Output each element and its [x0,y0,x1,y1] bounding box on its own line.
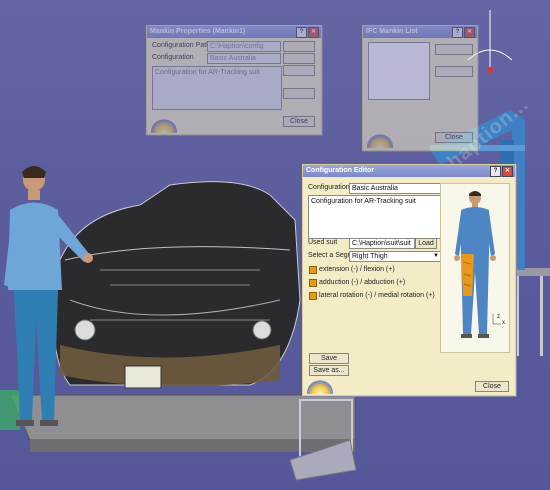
axis-z-label: z [497,314,500,320]
mankin-close-button[interactable]: Close [283,116,315,127]
axis-x-label: x [502,320,505,326]
browse-path-button[interactable] [283,41,315,52]
help-icon[interactable]: ? [452,27,463,38]
help-icon[interactable]: ? [296,27,307,38]
segment-value: Right Thigh [352,253,388,260]
configuration-editor-window: Configuration Editor ? ✕ Configuration B… [302,164,516,396]
mannequin-figure [454,191,501,338]
close-icon[interactable]: ✕ [464,27,475,38]
ifc-close-button[interactable]: Close [435,132,473,143]
window-title: Mankin Properties (Mankin1) [150,28,246,35]
properties-button[interactable] [435,44,473,55]
3d-viewport[interactable]: www.haption... Mankin Properties (Mankin… [0,0,550,490]
close-icon[interactable]: ✕ [502,166,513,177]
edit-configuration-button[interactable] [283,53,315,64]
window-title: Configuration Editor [306,167,375,174]
segment-select[interactable]: Right Thigh ▼ [349,251,441,262]
config-editor-close-button[interactable]: Close [475,381,509,392]
help-icon[interactable]: ? [490,166,501,177]
dialog-logo [367,134,393,148]
description-area[interactable]: Configuration for AR-Tracking suit [308,195,442,239]
dialog-logo [307,380,333,394]
configuration-field[interactable]: Basic Australia [207,53,281,64]
ifc-mankin-list-window: IFC Mankin List ? ✕ Close [362,25,478,151]
option-checkbox-rotation[interactable] [309,292,317,300]
dialog-logo [151,119,177,133]
save-button[interactable]: Save [309,353,349,364]
option-label: adduction (-) / abduction (+) [319,279,406,286]
load-button[interactable]: Load [415,238,437,249]
config-editor-titlebar: Configuration Editor ? ✕ [303,165,515,177]
configuration-label: Configuration [308,184,350,191]
chevron-down-icon: ▼ [433,253,439,259]
config-path-field[interactable]: C:\Haption\config [207,41,281,52]
license-plate [124,365,162,389]
configuration-label: Configuration [152,54,194,61]
used-suit-label: Used suit [308,239,338,246]
remove-configuration-button[interactable] [283,65,315,76]
option-checkbox-adduction[interactable] [309,279,317,287]
used-suit-field[interactable]: C:\Haption\suit\suit [349,238,415,249]
configuration-name-field[interactable]: Basic Australia [349,183,441,194]
config-path-label: Configuration Path [152,42,210,49]
mankin-properties-window: Mankin Properties (Mankin1) ? ✕ Configur… [146,25,322,135]
mannequin-preview[interactable]: z x [440,183,510,353]
remove-button[interactable] [435,66,473,77]
platform-side [30,440,355,452]
mankin-list[interactable] [368,42,430,100]
ifc-list-titlebar: IFC Mankin List ? ✕ [363,26,477,38]
option-label: lateral rotation (-) / medial rotation (… [319,292,435,299]
new-configuration-button[interactable] [283,88,315,99]
option-label: extension (-) / flexion (+) [319,266,395,273]
window-title: IFC Mankin List [366,28,418,35]
description-area[interactable]: Configuration for AR-Tracking suit [152,66,282,110]
mankin-properties-titlebar: Mankin Properties (Mankin1) ? ✕ [147,26,321,38]
platform-top [9,394,356,441]
save-as-button[interactable]: Save as... [309,365,349,376]
close-icon[interactable]: ✕ [308,27,319,38]
option-checkbox-extension[interactable] [309,266,317,274]
